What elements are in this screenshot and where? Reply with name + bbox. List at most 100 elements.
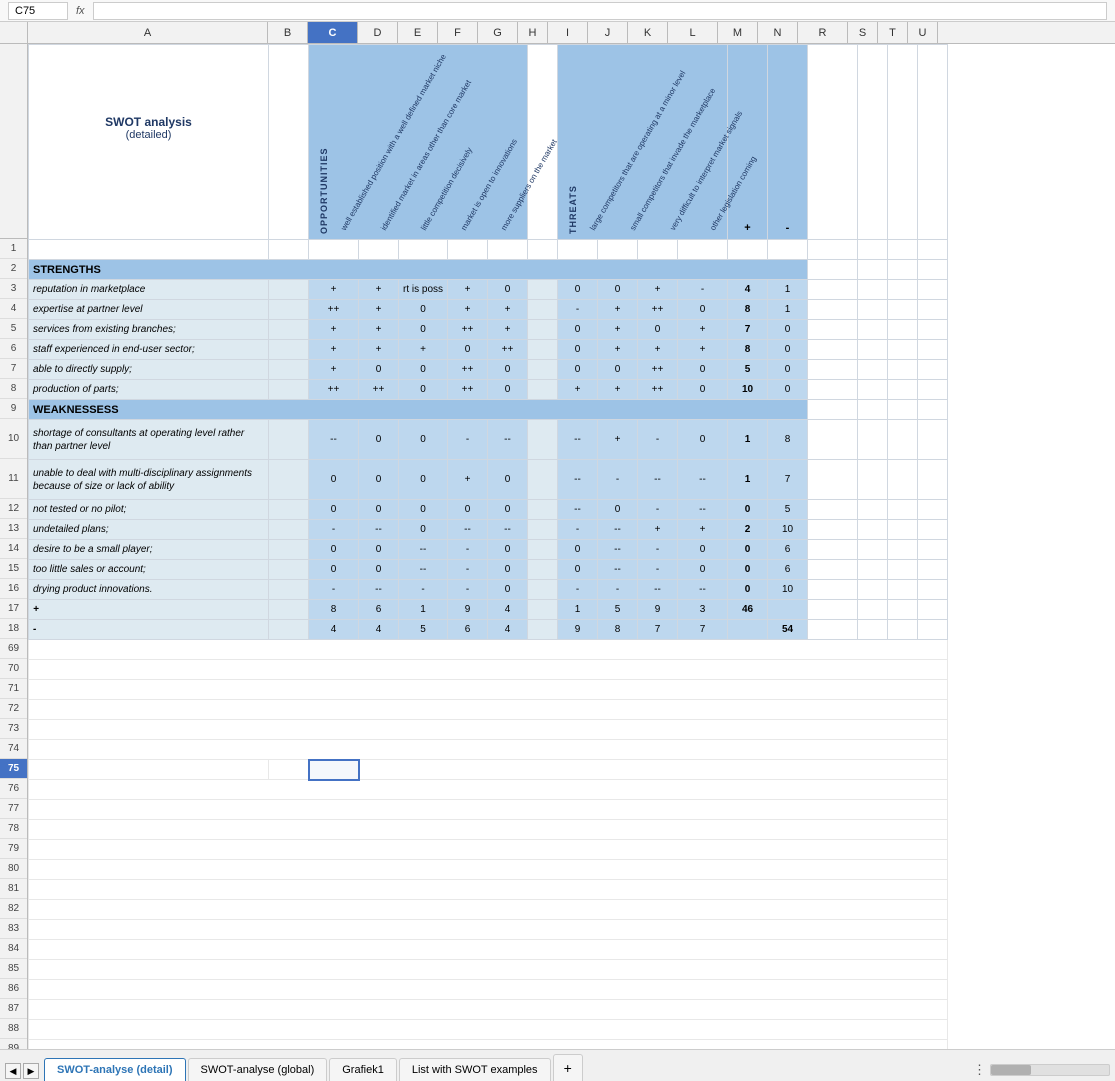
r11-h[interactable] — [528, 460, 558, 500]
r9-u[interactable] — [918, 400, 948, 420]
r14-label[interactable]: desire to be a small player; — [29, 540, 269, 560]
r1-t[interactable] — [888, 240, 918, 260]
r5-c[interactable]: + — [309, 320, 359, 340]
r14-e[interactable]: -- — [399, 540, 448, 560]
r7-e[interactable]: 0 — [399, 360, 448, 380]
col-header-u[interactable]: U — [908, 22, 938, 43]
r4-j[interactable]: + — [598, 300, 638, 320]
r16-r[interactable] — [808, 580, 858, 600]
r10-label[interactable]: shortage of consultants at operating lev… — [29, 420, 269, 460]
col-header-c[interactable]: C — [308, 22, 358, 43]
r4-g[interactable]: + — [488, 300, 528, 320]
r11-n[interactable]: 7 — [768, 460, 808, 500]
r17-i[interactable]: 1 — [558, 600, 598, 620]
r75-a[interactable] — [29, 760, 269, 780]
r16-t[interactable] — [888, 580, 918, 600]
r8-m[interactable]: 10 — [728, 380, 768, 400]
r12-c[interactable]: 0 — [309, 500, 359, 520]
r7-m[interactable]: 5 — [728, 360, 768, 380]
r7-f[interactable]: ++ — [448, 360, 488, 380]
r12-n[interactable]: 5 — [768, 500, 808, 520]
r10-j[interactable]: + — [598, 420, 638, 460]
r6-t[interactable] — [888, 340, 918, 360]
r18-r[interactable] — [808, 620, 858, 640]
r1-c[interactable] — [309, 240, 359, 260]
col-header-l[interactable]: L — [668, 22, 718, 43]
r8-label[interactable]: production of parts; — [29, 380, 269, 400]
r8-f[interactable]: ++ — [448, 380, 488, 400]
r12-l[interactable]: -- — [678, 500, 728, 520]
r8-u[interactable] — [918, 380, 948, 400]
r8-l[interactable]: 0 — [678, 380, 728, 400]
r12-r[interactable] — [808, 500, 858, 520]
r4-t[interactable] — [888, 300, 918, 320]
r18-m[interactable] — [728, 620, 768, 640]
r18-c[interactable]: 4 — [309, 620, 359, 640]
r7-i[interactable]: 0 — [558, 360, 598, 380]
r14-t[interactable] — [888, 540, 918, 560]
r7-u[interactable] — [918, 360, 948, 380]
r15-e[interactable]: -- — [399, 560, 448, 580]
r13-j[interactable]: -- — [598, 520, 638, 540]
r16-u[interactable] — [918, 580, 948, 600]
r1-a[interactable] — [29, 240, 269, 260]
r5-e[interactable]: 0 — [399, 320, 448, 340]
r11-s[interactable] — [858, 460, 888, 500]
r11-c[interactable]: 0 — [309, 460, 359, 500]
horizontal-scrollbar[interactable] — [990, 1064, 1110, 1076]
r12-j[interactable]: 0 — [598, 500, 638, 520]
r11-j[interactable]: - — [598, 460, 638, 500]
r16-m[interactable]: 0 — [728, 580, 768, 600]
r16-c[interactable]: - — [309, 580, 359, 600]
r15-i[interactable]: 0 — [558, 560, 598, 580]
r5-s[interactable] — [858, 320, 888, 340]
r4-l[interactable]: 0 — [678, 300, 728, 320]
r1-f[interactable] — [448, 240, 488, 260]
r11-m[interactable]: 1 — [728, 460, 768, 500]
r16-h[interactable] — [528, 580, 558, 600]
r4-b[interactable] — [269, 300, 309, 320]
r10-i[interactable]: -- — [558, 420, 598, 460]
r17-t[interactable] — [888, 600, 918, 620]
r7-b[interactable] — [269, 360, 309, 380]
r18-h[interactable] — [528, 620, 558, 640]
r13-d[interactable]: -- — [359, 520, 399, 540]
r15-k[interactable]: - — [638, 560, 678, 580]
col-header-f[interactable]: F — [438, 22, 478, 43]
r18-d[interactable]: 4 — [359, 620, 399, 640]
r1-h[interactable] — [528, 240, 558, 260]
col-header-s[interactable]: S — [848, 22, 878, 43]
r7-l[interactable]: 0 — [678, 360, 728, 380]
r2-s[interactable] — [858, 260, 888, 280]
r15-label[interactable]: too little sales or account; — [29, 560, 269, 580]
col-header-t[interactable]: T — [878, 22, 908, 43]
r8-g[interactable]: 0 — [488, 380, 528, 400]
r13-n[interactable]: 10 — [768, 520, 808, 540]
col-header-i[interactable]: I — [548, 22, 588, 43]
r14-k[interactable]: - — [638, 540, 678, 560]
r17-l[interactable]: 3 — [678, 600, 728, 620]
col-header-b[interactable]: B — [268, 22, 308, 43]
r11-label[interactable]: unable to deal with multi-disciplinary a… — [29, 460, 269, 500]
col-header-m[interactable]: M — [718, 22, 758, 43]
r2-r[interactable] — [808, 260, 858, 280]
r11-k[interactable]: -- — [638, 460, 678, 500]
r5-r[interactable] — [808, 320, 858, 340]
r13-b[interactable] — [269, 520, 309, 540]
r6-j[interactable]: + — [598, 340, 638, 360]
r11-i[interactable]: -- — [558, 460, 598, 500]
r5-b[interactable] — [269, 320, 309, 340]
r7-label[interactable]: able to directly supply; — [29, 360, 269, 380]
r4-s[interactable] — [858, 300, 888, 320]
r3-d[interactable]: + — [359, 280, 399, 300]
r18-u[interactable] — [918, 620, 948, 640]
r7-h[interactable] — [528, 360, 558, 380]
r12-d[interactable]: 0 — [359, 500, 399, 520]
r14-f[interactable]: - — [448, 540, 488, 560]
tab-swot-detail[interactable]: SWOT-analyse (detail) — [44, 1058, 186, 1081]
r3-e[interactable]: rt is poss — [399, 280, 448, 300]
r2-u[interactable] — [918, 260, 948, 280]
r12-u[interactable] — [918, 500, 948, 520]
r10-r[interactable] — [808, 420, 858, 460]
r17-label[interactable]: + — [29, 600, 269, 620]
